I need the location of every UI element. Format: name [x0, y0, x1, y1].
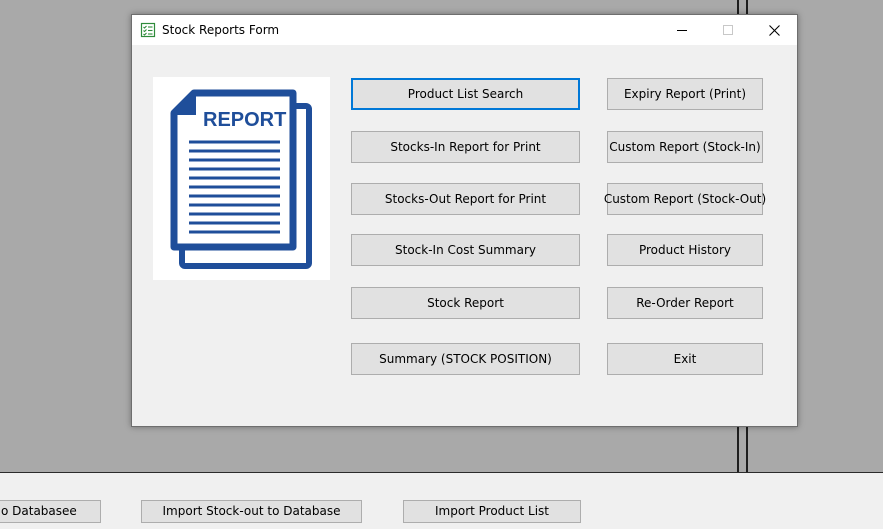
- stocks-in-report-button[interactable]: Stocks-In Report for Print: [351, 131, 580, 163]
- report-document-icon: REPORT: [170, 89, 312, 269]
- expiry-report-button[interactable]: Expiry Report (Print): [607, 78, 763, 110]
- custom-report-stock-in-button[interactable]: Custom Report (Stock-In): [607, 131, 763, 163]
- report-picture: REPORT: [153, 77, 330, 280]
- stock-reports-dialog: Stock Reports Form REPORT Product List S…: [131, 14, 798, 427]
- stock-in-cost-summary-button[interactable]: Stock-In Cost Summary: [351, 234, 580, 266]
- maximize-button[interactable]: [705, 15, 751, 45]
- maximize-icon: [723, 25, 733, 35]
- import-stock-out-button[interactable]: Import Stock-out to Database: [141, 500, 362, 523]
- minimize-icon: [677, 30, 687, 31]
- close-button[interactable]: [751, 15, 797, 45]
- import-to-database-button[interactable]: o Databasee: [0, 500, 101, 523]
- product-history-button[interactable]: Product History: [607, 234, 763, 266]
- minimize-button[interactable]: [659, 15, 705, 45]
- import-product-list-button[interactable]: Import Product List: [403, 500, 581, 523]
- stocks-out-report-button[interactable]: Stocks-Out Report for Print: [351, 183, 580, 215]
- title-bar[interactable]: Stock Reports Form: [132, 15, 797, 45]
- window-title: Stock Reports Form: [162, 23, 280, 37]
- stock-report-button[interactable]: Stock Report: [351, 287, 580, 319]
- exit-button[interactable]: Exit: [607, 343, 763, 375]
- re-order-report-button[interactable]: Re-Order Report: [607, 287, 763, 319]
- form-icon: [140, 22, 156, 38]
- summary-stock-position-button[interactable]: Summary (STOCK POSITION): [351, 343, 580, 375]
- custom-report-stock-out-button[interactable]: Custom Report (Stock-Out): [604, 183, 766, 215]
- product-list-search-button[interactable]: Product List Search: [351, 78, 580, 110]
- svg-text:REPORT: REPORT: [203, 109, 286, 131]
- close-icon: [768, 24, 780, 36]
